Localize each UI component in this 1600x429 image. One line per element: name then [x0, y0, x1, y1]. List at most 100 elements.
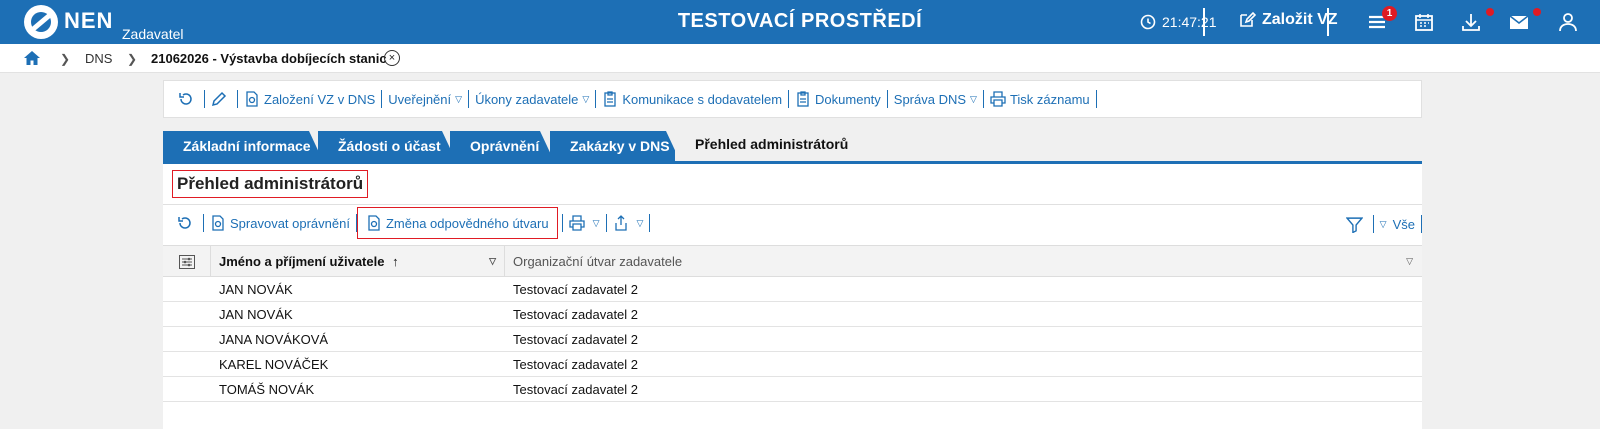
filter-button[interactable]	[1340, 214, 1373, 234]
toolbar-separator	[1095, 90, 1097, 108]
refresh-button[interactable]	[172, 89, 204, 109]
table-row[interactable]: TOMÁŠ NOVÁK Testovací zadavatel 2	[163, 377, 1422, 402]
print-icon	[990, 91, 1006, 107]
filter-icon	[1345, 216, 1363, 233]
close-icon[interactable]: ×	[384, 50, 400, 66]
print-record-button[interactable]: Tisk záznamu	[984, 89, 1096, 109]
documents-button[interactable]: Dokumenty	[789, 89, 887, 109]
cell-unit: Testovací zadavatel 2	[513, 382, 639, 397]
document-gear-icon	[212, 215, 224, 231]
tab-administrators-overview[interactable]: Přehled administrátorů	[675, 129, 890, 161]
change-responsible-unit-button[interactable]: Změna odpovědného útvaru	[356, 207, 558, 239]
environment-title: TESTOVACÍ PROSTŘEDÍ	[677, 10, 923, 32]
publication-label: Uveřejnění	[388, 91, 452, 107]
clipboard-icon	[797, 91, 809, 107]
mail-alert-dot	[1533, 8, 1541, 16]
cell-unit: Testovací zadavatel 2	[513, 332, 639, 347]
mail-icon[interactable]	[1508, 11, 1530, 33]
documents-label: Dokumenty	[815, 91, 881, 107]
print-icon	[568, 215, 585, 231]
print-menu[interactable]: ▽	[563, 213, 606, 233]
grid-refresh-button[interactable]	[171, 213, 203, 233]
user-icon[interactable]	[1557, 11, 1579, 33]
dropdown-triangle-icon: ▽	[455, 93, 463, 104]
tab-permissions[interactable]: Oprávnění	[450, 131, 554, 161]
cell-name: JAN NOVÁK	[219, 307, 293, 322]
cell-unit: Testovací zadavatel 2	[513, 307, 639, 322]
table-row[interactable]: JAN NOVÁK Testovací zadavatel 2	[163, 277, 1422, 302]
dns-management-menu[interactable]: Správa DNS ▽	[888, 89, 983, 109]
session-clock: 21:47:21	[1140, 14, 1217, 30]
table-row[interactable]: JAN NOVÁK Testovací zadavatel 2	[163, 302, 1422, 327]
breadcrumb-dns[interactable]: DNS	[85, 51, 112, 66]
nen-logo-icon	[24, 5, 58, 39]
cell-name: JANA NOVÁKOVÁ	[219, 332, 329, 347]
dropdown-triangle-icon: ▽	[1379, 218, 1387, 229]
column-settings-icon	[178, 254, 195, 269]
nen-logo[interactable]: NEN	[24, 5, 113, 39]
create-vz-in-dns-label: Založení VZ v DNS	[264, 91, 376, 107]
pencil-icon	[211, 91, 227, 107]
top-header: NEN Zadavatel TESTOVACÍ PROSTŘEDÍ 21:47:…	[0, 0, 1600, 44]
dns-management-label: Správa DNS	[893, 91, 967, 107]
cell-name: JAN NOVÁK	[219, 282, 293, 297]
print-record-label: Tisk záznamu	[1009, 91, 1090, 107]
column-header-unit[interactable]: Organizační útvar zadavatele ▽	[505, 246, 1421, 277]
grid-toolbar-right: ▽ Vše	[1340, 214, 1422, 234]
download-icon[interactable]	[1460, 11, 1482, 33]
create-vz-in-dns-button[interactable]: Založení VZ v DNS	[238, 89, 381, 109]
edit-icon	[1240, 11, 1256, 27]
edit-button[interactable]	[205, 89, 237, 109]
export-menu[interactable]: ▽	[607, 213, 650, 233]
manage-permissions-label: Spravovat oprávnění	[230, 215, 350, 231]
column-header-name[interactable]: Jméno a příjmení uživatele ↑ ▽	[211, 246, 505, 277]
document-gear-icon	[246, 91, 258, 107]
content-panel: Přehled administrátorů Spravovat oprávně…	[163, 161, 1422, 429]
calendar-icon[interactable]	[1413, 11, 1435, 33]
dropdown-triangle-icon: ▽	[636, 217, 644, 228]
dropdown-triangle-icon: ▽	[592, 217, 600, 228]
section-title: Přehled administrátorů	[172, 170, 369, 198]
table-row[interactable]: KAREL NOVÁČEK Testovací zadavatel 2	[163, 352, 1422, 377]
clock-time: 21:47:21	[1162, 14, 1217, 30]
tab-participation-requests[interactable]: Žádosti o účast	[318, 131, 456, 161]
publication-menu[interactable]: Uveřejnění ▽	[382, 89, 468, 109]
column-menu-icon[interactable]: ▽	[489, 246, 496, 277]
supplier-communication-button[interactable]: Komunikace s dodavatelem	[596, 89, 788, 109]
home-icon[interactable]	[22, 48, 42, 68]
change-responsible-unit-label: Změna odpovědného útvaru	[385, 215, 549, 231]
cell-unit: Testovací zadavatel 2	[513, 357, 639, 372]
download-alert-dot	[1486, 8, 1494, 16]
manage-permissions-button[interactable]: Spravovat oprávnění	[204, 213, 356, 233]
breadcrumb-current: 21062026 - Výstavba dobíjecích stanic	[151, 51, 387, 66]
cell-unit: Testovací zadavatel 2	[513, 282, 639, 297]
export-icon	[614, 215, 627, 231]
notification-badge: 1	[1382, 6, 1397, 21]
view-filter-select[interactable]: ▽ Vše	[1374, 214, 1421, 234]
record-toolbar: Založení VZ v DNS Uveřejnění ▽ Úkony zad…	[163, 80, 1422, 118]
column-menu-icon[interactable]: ▽	[1406, 246, 1413, 277]
header-divider	[1203, 8, 1205, 36]
cell-name: KAREL NOVÁČEK	[219, 357, 329, 372]
clock-icon	[1140, 14, 1156, 30]
toolbar-separator	[649, 214, 651, 232]
header-divider	[1327, 8, 1329, 36]
refresh-icon	[179, 93, 192, 105]
create-vz-button[interactable]: Založit VZ	[1238, 11, 1338, 29]
refresh-icon	[178, 217, 191, 229]
sort-ascending-icon: ↑	[392, 254, 399, 269]
grid-toolbar: Spravovat oprávnění Změna odpovědného út…	[163, 207, 1422, 239]
table-row[interactable]: JANA NOVÁKOVÁ Testovací zadavatel 2	[163, 327, 1422, 352]
view-filter-label: Vše	[1392, 216, 1415, 232]
column-settings-button[interactable]	[163, 246, 211, 277]
tab-contracts-in-dns[interactable]: Zakázky v DNS	[550, 131, 680, 161]
contracting-actions-menu[interactable]: Úkony zadavatele ▽	[469, 89, 595, 109]
dropdown-triangle-icon: ▽	[970, 93, 977, 104]
divider	[163, 204, 1422, 205]
clipboard-icon	[604, 91, 616, 107]
column-header-unit-label: Organizační útvar zadavatele	[513, 254, 683, 269]
dropdown-triangle-icon: ▽	[582, 93, 590, 104]
column-header-name-label: Jméno a příjmení uživatele	[219, 254, 385, 269]
tab-basic-info[interactable]: Základní informace	[163, 131, 323, 161]
administrators-table: Jméno a příjmení uživatele ↑ ▽ Organizač…	[163, 245, 1422, 402]
